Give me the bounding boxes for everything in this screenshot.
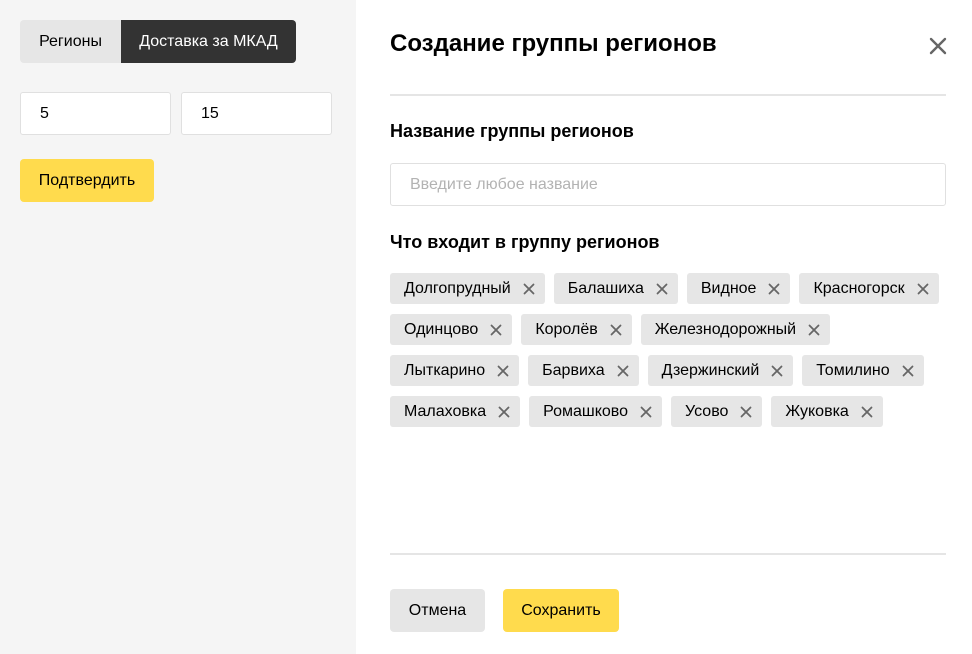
- to-input[interactable]: 15: [181, 92, 332, 135]
- remove-icon[interactable]: [640, 406, 652, 418]
- region-tag: Томилино: [802, 355, 924, 386]
- remove-icon[interactable]: [610, 324, 622, 336]
- region-tag: Одинцово: [390, 314, 513, 345]
- remove-icon[interactable]: [656, 283, 668, 295]
- region-tag-label: Красногорск: [813, 279, 905, 297]
- remove-icon[interactable]: [902, 365, 914, 377]
- save-button[interactable]: Сохранить: [503, 589, 619, 632]
- remove-icon[interactable]: [808, 324, 820, 336]
- region-tag-label: Железнодорожный: [654, 320, 797, 338]
- remove-icon[interactable]: [617, 365, 629, 377]
- tab-regions[interactable]: Регионы: [20, 20, 121, 63]
- left-panel: Регионы Доставка за МКАД 5 15 Подтвердит…: [0, 0, 356, 654]
- group-name-input[interactable]: [390, 163, 946, 206]
- region-tags: Долгопрудный Балашиха Видное Красногорск Оди…: [390, 273, 946, 427]
- region-tag: Барвиха: [528, 355, 639, 386]
- remove-icon[interactable]: [497, 365, 509, 377]
- region-tag-label: Королёв: [535, 320, 598, 338]
- region-tag-label: Жуковка: [785, 402, 849, 420]
- remove-icon[interactable]: [768, 283, 780, 295]
- region-tag: Железнодорожный: [640, 314, 831, 345]
- region-tag: Дзержинский: [647, 355, 794, 386]
- region-tag: Ромашково: [529, 396, 663, 427]
- modal-title: Создание группы регионов: [390, 30, 717, 57]
- remove-icon[interactable]: [917, 283, 929, 295]
- segmented-control: Регионы Доставка за МКАД: [20, 20, 296, 63]
- region-tag-label: Малаховка: [404, 402, 487, 420]
- region-tag: Балашиха: [553, 273, 678, 304]
- remove-icon[interactable]: [740, 406, 752, 418]
- from-input[interactable]: 5: [20, 92, 171, 135]
- region-tag: Долгопрудный: [390, 273, 545, 304]
- cancel-button[interactable]: Отмена: [390, 589, 485, 632]
- region-tag-label: Видное: [700, 279, 757, 297]
- regions-label: Что входит в группу регионов: [390, 232, 660, 252]
- region-tag: Видное: [686, 273, 791, 304]
- tab-delivery-mkad[interactable]: Доставка за МКАД: [121, 20, 296, 63]
- region-tag: Королёв: [521, 314, 632, 345]
- region-tag-label: Ромашково: [543, 402, 629, 420]
- region-tag-label: Долгопрудный: [404, 279, 511, 297]
- region-tag-label: Лыткарино: [404, 361, 486, 379]
- region-tag-label: Балашиха: [567, 279, 644, 297]
- divider-top: [390, 94, 946, 96]
- region-tag: Красногорск: [799, 273, 939, 304]
- remove-icon[interactable]: [861, 406, 873, 418]
- group-name-label: Название группы регионов: [390, 121, 634, 141]
- region-tag-label: Дзержинский: [661, 361, 760, 379]
- region-tag-label: Усово: [685, 402, 729, 420]
- region-tag: Жуковка: [771, 396, 883, 427]
- region-tag-label: Барвиха: [542, 361, 605, 379]
- close-icon[interactable]: [928, 36, 948, 56]
- divider-bottom: [390, 553, 946, 555]
- remove-icon[interactable]: [523, 283, 535, 295]
- remove-icon[interactable]: [498, 406, 510, 418]
- create-region-group-modal: Создание группы регионов Название группы…: [356, 0, 972, 654]
- region-tag-label: Томилино: [816, 361, 890, 379]
- region-tag: Лыткарино: [390, 355, 520, 386]
- region-tag: Усово: [671, 396, 763, 427]
- remove-icon[interactable]: [490, 324, 502, 336]
- remove-icon[interactable]: [771, 365, 783, 377]
- region-tag-label: Одинцово: [404, 320, 479, 338]
- region-tag: Малаховка: [390, 396, 521, 427]
- confirm-button[interactable]: Подтвердить: [20, 159, 154, 202]
